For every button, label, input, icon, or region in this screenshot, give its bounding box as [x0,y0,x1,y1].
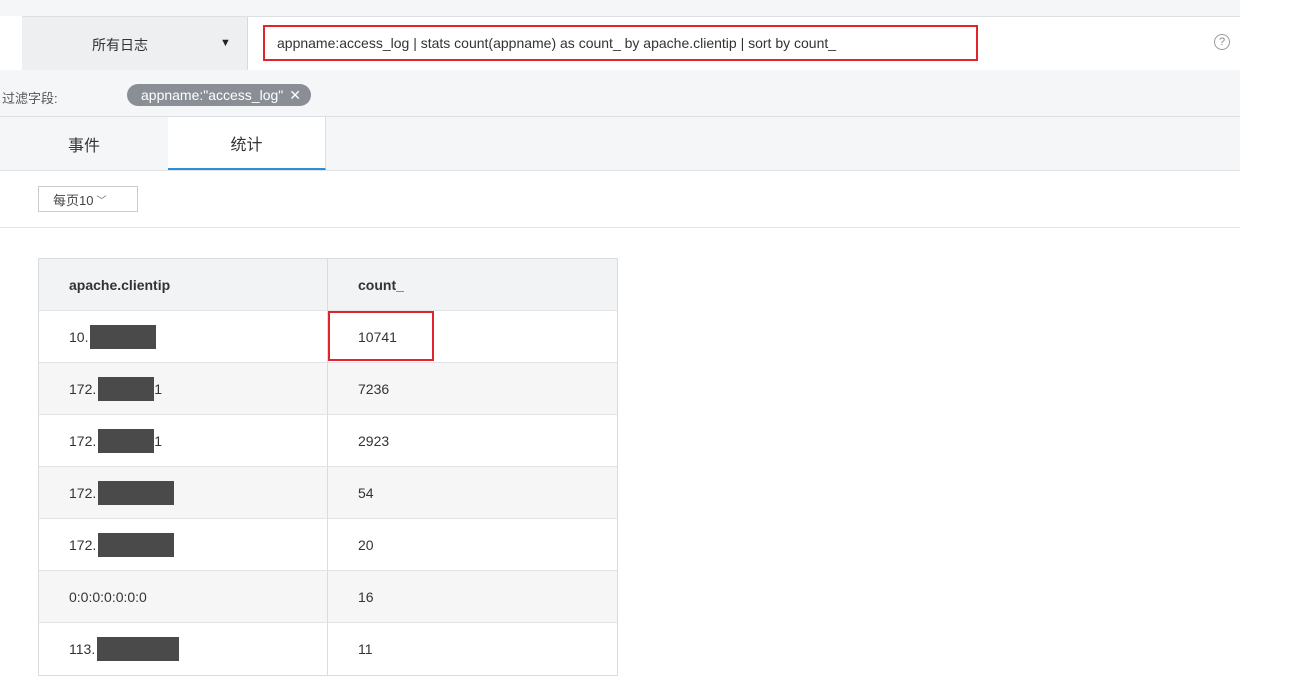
highlight-box [328,311,434,361]
result-tabs: 事件 统计 [0,117,1240,171]
tab-stats[interactable]: 统计 [168,117,326,170]
tab-events[interactable]: 事件 [0,117,169,170]
ip-prefix: 10. [69,328,89,345]
clientip-cell: 172. 1 [39,415,328,466]
chevron-down-icon: ﹀ [96,195,107,207]
redaction-mask [98,428,155,453]
page-size-label: 每页10 [53,192,94,208]
redaction-mask [90,324,157,349]
count-cell: 7236 [358,380,390,397]
query-input[interactable]: appname:access_log | stats count(appname… [263,25,978,61]
ip-prefix: 172. [69,536,97,553]
search-bar: 所有日志 ▼ appname:access_log | stats count(… [22,16,1240,71]
filter-bar: 过滤字段: appname:"access_log" ✕ [0,70,1240,117]
clientip-cell: 172. [39,519,328,570]
filter-chip[interactable]: appname:"access_log" ✕ [127,84,311,106]
filter-label: 过滤字段: [2,91,58,106]
count-cell: 11 [358,641,373,657]
log-type-dropdown[interactable]: 所有日志 ▼ [22,17,248,70]
count-cell: 20 [358,536,374,553]
clientip-cell: 10. [39,311,328,362]
table-header: apache.clientip count_ [39,259,617,311]
clientip-cell: 172. [39,467,328,518]
stats-table: apache.clientip count_ 10. 10741 172. 1 … [38,258,618,676]
table-row: 0:0:0:0:0:0:0 16 [39,571,617,623]
redaction-mask [98,376,155,401]
caret-down-icon: ▼ [220,37,231,49]
table-row: 172. 20 [39,519,617,571]
table-row: 172. 1 7236 [39,363,617,415]
count-cell: 2923 [358,432,390,449]
table-row: 172. 1 2923 [39,415,617,467]
log-type-label: 所有日志 [92,37,148,53]
ip-prefix: 172. [69,484,97,501]
redaction-mask [98,532,175,557]
page-size-select[interactable]: 每页10 ﹀ [38,186,138,212]
close-icon[interactable]: ✕ [289,87,301,104]
column-header-count[interactable]: count_ [328,259,617,310]
divider [0,227,1240,228]
table-row: 172. 54 [39,467,617,519]
top-strip [0,0,1240,16]
redaction-mask [98,480,175,505]
ip-suffix: 1 [154,432,163,449]
clientip-cell: 172. 1 [39,363,328,414]
ip-prefix: 172. [69,432,97,449]
redaction-mask [97,637,180,661]
ip-suffix: 1 [154,380,163,397]
count-cell: 16 [358,588,374,605]
column-header-clientip[interactable]: apache.clientip [39,259,328,310]
clientip-cell: 0:0:0:0:0:0:0 [39,571,328,622]
clientip-cell: 113. [39,623,328,675]
ip-prefix: 113. [69,641,96,657]
question-circle-icon[interactable]: ? [1214,34,1230,50]
table-row: 113. 11 [39,623,617,675]
ip-prefix: 172. [69,380,97,397]
count-cell: 10741 [328,311,617,362]
count-cell: 54 [358,484,374,501]
filter-chip-text: appname:"access_log" [141,87,284,103]
table-row: 10. 10741 [39,311,617,363]
query-area: appname:access_log | stats count(appname… [248,17,1240,70]
